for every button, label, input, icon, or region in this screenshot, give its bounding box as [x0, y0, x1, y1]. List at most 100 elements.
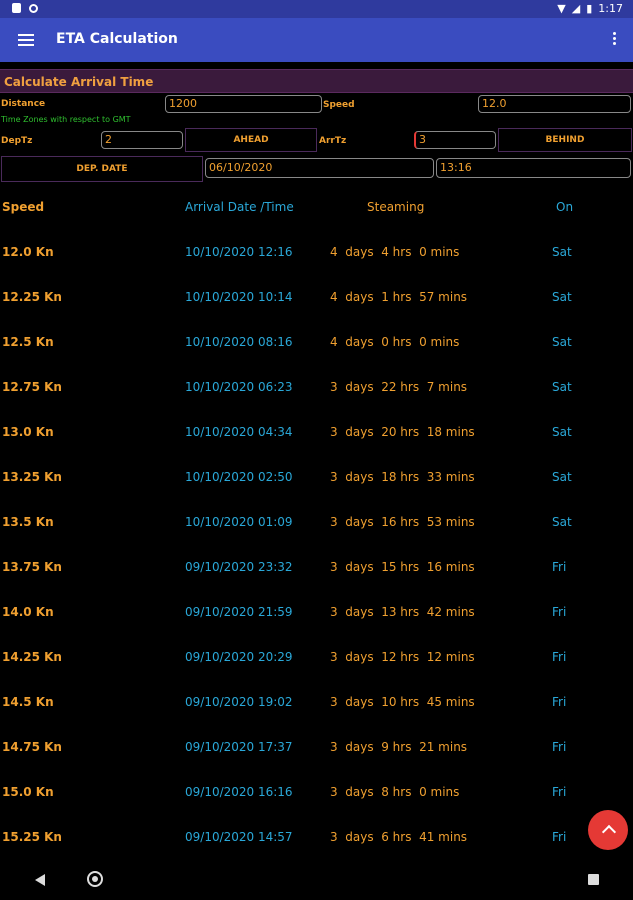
status-bar: ▼ ◢ ▮ 1:17 — [0, 0, 633, 18]
speed-field[interactable]: 12.0 — [478, 95, 631, 113]
row-day: Fri — [552, 785, 567, 799]
row-steaming: 3 days 12 hrs 12 mins — [330, 650, 475, 664]
row-speed: 13.25 Kn — [2, 470, 62, 484]
row-speed: 12.25 Kn — [2, 290, 62, 304]
row-speed: 12.75 Kn — [2, 380, 62, 394]
row-day: Sat — [552, 335, 572, 349]
nav-bar — [0, 860, 633, 900]
signal-icon: ◢ — [571, 2, 581, 15]
row-arrival: 10/10/2020 08:16 — [185, 335, 293, 349]
row-speed: 14.5 Kn — [2, 695, 54, 709]
row-steaming: 4 days 4 hrs 0 mins — [330, 245, 460, 259]
row-arrival: 09/10/2020 16:16 — [185, 785, 293, 799]
app-title: ETA Calculation — [56, 31, 178, 47]
row-arrival: 09/10/2020 19:02 — [185, 695, 293, 709]
table-row: 14.0 Kn 09/10/2020 21:59 3 days 13 hrs 42 … — [0, 605, 633, 623]
behind-button[interactable]: BEHIND — [498, 128, 632, 152]
wifi-icon: ▼ — [557, 2, 566, 15]
row-speed: 15.25 Kn — [2, 830, 62, 844]
row-day: Fri — [552, 605, 567, 619]
row-speed: 13.0 Kn — [2, 425, 54, 439]
arrtz-field[interactable]: 3 — [414, 131, 496, 149]
row-arrival: 10/10/2020 06:23 — [185, 380, 293, 394]
row-speed: 14.0 Kn — [2, 605, 54, 619]
table-row: 15.0 Kn 09/10/2020 16:16 3 days 8 hrs 0 mi… — [0, 785, 633, 803]
tz-note: Time Zones with respect to GMT — [1, 115, 131, 124]
dep-date-button[interactable]: DEP. DATE — [1, 156, 203, 182]
header-steaming: Steaming — [367, 200, 425, 214]
home-icon[interactable] — [87, 871, 103, 887]
row-speed: 14.75 Kn — [2, 740, 62, 754]
table-row: 15.25 Kn 09/10/2020 14:57 3 days 6 hrs 41 … — [0, 830, 633, 848]
chevron-up-icon[interactable] — [588, 810, 628, 850]
row-arrival: 10/10/2020 12:16 — [185, 245, 293, 259]
table-row: 14.25 Kn 09/10/2020 20:29 3 days 12 hrs 12… — [0, 650, 633, 668]
header-speed: Speed — [2, 200, 45, 214]
row-arrival: 09/10/2020 14:57 — [185, 830, 293, 844]
table-row: 12.0 Kn 10/10/2020 12:16 4 days 4 hrs 0 mi… — [0, 245, 633, 263]
row-arrival: 09/10/2020 17:37 — [185, 740, 293, 754]
row-speed: 15.0 Kn — [2, 785, 54, 799]
row-day: Sat — [552, 290, 572, 304]
row-arrival: 09/10/2020 21:59 — [185, 605, 293, 619]
distance-field[interactable]: 1200 — [165, 95, 322, 113]
row-arrival: 10/10/2020 01:09 — [185, 515, 293, 529]
header-arrival: Arrival Date /Time — [185, 200, 294, 214]
header-on: On — [556, 200, 574, 214]
row-day: Fri — [552, 650, 567, 664]
row-steaming: 3 days 18 hrs 33 mins — [330, 470, 475, 484]
date-field[interactable]: 06/10/2020 — [205, 158, 434, 178]
row-arrival: 09/10/2020 23:32 — [185, 560, 293, 574]
row-day: Sat — [552, 515, 572, 529]
table-row: 13.5 Kn 10/10/2020 01:09 3 days 16 hrs 53 … — [0, 515, 633, 533]
row-steaming: 3 days 15 hrs 16 mins — [330, 560, 475, 574]
app-bar: ETA Calculation — [0, 18, 633, 62]
table-row: 14.5 Kn 09/10/2020 19:02 3 days 10 hrs 45 … — [0, 695, 633, 713]
row-day: Sat — [552, 470, 572, 484]
deptz-label: DepTz — [1, 136, 33, 146]
row-day: Sat — [552, 425, 572, 439]
deptz-field[interactable]: 2 — [101, 131, 183, 149]
row-steaming: 4 days 1 hrs 57 mins — [330, 290, 468, 304]
distance-label: Distance — [1, 99, 46, 109]
row-day: Fri — [552, 695, 567, 709]
row-speed: 12.5 Kn — [2, 335, 54, 349]
menu-icon[interactable] — [18, 31, 34, 49]
row-steaming: 3 days 22 hrs 7 mins — [330, 380, 468, 394]
row-steaming: 3 days 16 hrs 53 mins — [330, 515, 475, 529]
table-row: 13.0 Kn 10/10/2020 04:34 3 days 20 hrs 18 … — [0, 425, 633, 443]
time-field[interactable]: 13:16 — [436, 158, 631, 178]
row-speed: 12.0 Kn — [2, 245, 54, 259]
row-speed: 13.75 Kn — [2, 560, 62, 574]
sync-icon — [29, 3, 38, 13]
row-steaming: 3 days 13 hrs 42 mins — [330, 605, 475, 619]
table-row: 12.5 Kn 10/10/2020 08:16 4 days 0 hrs 0 mi… — [0, 335, 633, 353]
table-row: 12.25 Kn 10/10/2020 10:14 4 days 1 hrs 57 … — [0, 290, 633, 308]
table-row: 13.75 Kn 09/10/2020 23:32 3 days 15 hrs 16… — [0, 560, 633, 578]
row-arrival: 09/10/2020 20:29 — [185, 650, 293, 664]
speed-label: Speed — [323, 100, 355, 110]
row-steaming: 3 days 6 hrs 41 mins — [330, 830, 468, 844]
row-steaming: 3 days 10 hrs 45 mins — [330, 695, 475, 709]
row-arrival: 10/10/2020 10:14 — [185, 290, 293, 304]
row-day: Fri — [552, 740, 567, 754]
table-row: 14.75 Kn 09/10/2020 17:37 3 days 9 hrs 21 … — [0, 740, 633, 758]
row-day: Fri — [552, 560, 567, 574]
row-arrival: 10/10/2020 04:34 — [185, 425, 293, 439]
status-time: 1:17 — [598, 2, 623, 15]
row-speed: 14.25 Kn — [2, 650, 62, 664]
row-day: Sat — [552, 245, 572, 259]
recents-icon[interactable] — [588, 874, 599, 885]
table-row: 13.25 Kn 10/10/2020 02:50 3 days 18 hrs 33… — [0, 470, 633, 488]
more-vert-icon[interactable] — [613, 30, 617, 47]
row-day: Fri — [552, 830, 567, 844]
row-speed: 13.5 Kn — [2, 515, 54, 529]
table-row: 12.75 Kn 10/10/2020 06:23 3 days 22 hrs 7 … — [0, 380, 633, 398]
arrtz-label: ArrTz — [319, 136, 347, 146]
row-steaming: 3 days 20 hrs 18 mins — [330, 425, 475, 439]
row-steaming: 3 days 9 hrs 21 mins — [330, 740, 468, 754]
notification-icon — [12, 3, 21, 13]
ahead-button[interactable]: AHEAD — [185, 128, 317, 152]
section-title: Calculate Arrival Time — [0, 69, 633, 93]
back-icon[interactable] — [35, 874, 45, 886]
